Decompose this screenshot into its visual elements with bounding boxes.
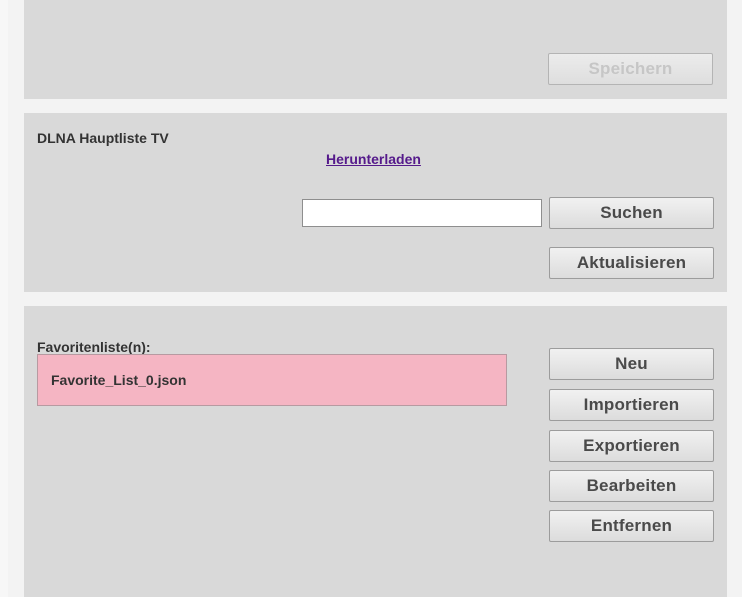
download-link[interactable]: Herunterladen xyxy=(326,151,421,167)
list-item[interactable]: Favorite_List_0.json xyxy=(51,372,186,388)
favorites-list[interactable]: Favorite_List_0.json xyxy=(37,354,507,406)
left-edge-strip xyxy=(0,0,8,597)
new-button[interactable]: Neu xyxy=(549,348,714,380)
remove-button[interactable]: Entfernen xyxy=(549,510,714,542)
dlna-panel-title: DLNA Hauptliste TV xyxy=(37,130,169,146)
edit-button[interactable]: Bearbeiten xyxy=(549,470,714,502)
search-input[interactable] xyxy=(302,199,542,227)
favorites-panel-title: Favoritenliste(n): xyxy=(37,339,151,355)
export-button[interactable]: Exportieren xyxy=(549,430,714,462)
refresh-button[interactable]: Aktualisieren xyxy=(549,247,714,279)
save-panel: Speichern xyxy=(24,0,727,99)
import-button[interactable]: Importieren xyxy=(549,389,714,421)
dlna-panel: DLNA Hauptliste TV Herunterladen Suchen … xyxy=(24,113,727,292)
save-button[interactable]: Speichern xyxy=(548,53,713,85)
search-button[interactable]: Suchen xyxy=(549,197,714,229)
favorites-panel: Favoritenliste(n): Favorite_List_0.json … xyxy=(24,306,727,597)
